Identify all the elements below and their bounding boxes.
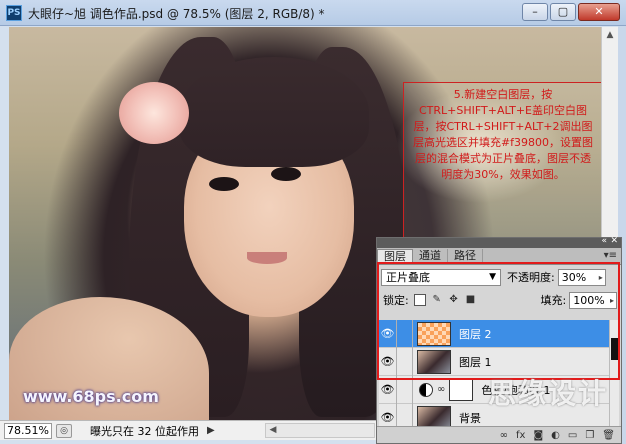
zoom-level-field[interactable]: 78.51% [4,422,52,439]
link-slot[interactable] [397,320,413,348]
fill-slider-icon[interactable]: ▸ [610,293,614,308]
scroll-thumb[interactable] [611,338,618,360]
lock-brush-icon[interactable]: ✎ [431,294,443,306]
scroll-left-icon[interactable]: ◀ [266,424,280,437]
opacity-slider-icon[interactable]: ▸ [599,270,603,285]
fill-value: 100% [573,293,605,307]
layer-thumbnail [417,405,451,426]
link-slot[interactable] [397,347,413,376]
panel-footer: ∞ fx ◙ ◐ ▭ ❐ 🗑 [377,426,621,443]
title-bar: PS 大眼仔~旭 调色作品.psd @ 78.5% (图层 2, RGB/8) … [0,0,626,26]
photo-eye-left [209,177,239,191]
photoshop-app-icon: PS [6,5,22,21]
panel-tabs: 图层 通道 路径 ▾≡ [377,248,621,265]
status-info-text: 曝光只在 32 位起作用 [90,424,199,438]
blend-opacity-row: 正片叠底 ▼ 不透明度: 30% ▸ [377,265,621,289]
opacity-value: 30% [561,270,587,284]
document-title: 大眼仔~旭 调色作品.psd @ 78.5% (图层 2, RGB/8) * [28,7,325,21]
layer-name: 图层 1 [459,355,492,369]
close-button[interactable]: ✕ [578,3,620,21]
window-controls: – ▢ ✕ [522,3,620,21]
opacity-label: 不透明度: [507,271,555,284]
close-panel-icon[interactable]: ✕ [610,236,618,246]
horizontal-scrollbar[interactable]: ◀ [265,423,375,438]
lock-fill-row: 锁定: ✎ ✥ ■ 填充: 100% ▸ [377,289,621,311]
lock-transparent-icon[interactable] [413,294,426,306]
tab-paths[interactable]: 路径 [448,249,483,264]
lock-move-icon[interactable]: ✥ [448,294,460,306]
new-group-icon[interactable]: ▭ [568,430,577,441]
layers-panel: « ✕ 图层 通道 路径 ▾≡ 正片叠底 ▼ 不透明度: 30% ▸ 锁定: ✎… [376,236,622,444]
panel-header: « ✕ [377,236,621,248]
tab-channels[interactable]: 通道 [413,249,448,264]
blend-mode-value: 正片叠底 [386,270,430,284]
scroll-up-icon[interactable]: ▲ [602,27,618,43]
chevron-down-icon: ▼ [489,271,496,282]
opacity-field[interactable]: 30% ▸ [557,268,606,286]
blend-mode-select[interactable]: 正片叠底 ▼ [381,268,501,286]
photo-bangs [179,57,369,167]
visibility-eye-icon[interactable]: 👁 [379,347,397,376]
layer-style-icon[interactable]: fx [516,430,525,441]
lock-all-icon[interactable]: ■ [465,294,477,306]
delete-layer-icon[interactable]: 🗑 [602,430,615,441]
new-layer-icon[interactable]: ❐ [585,430,594,441]
minimize-button[interactable]: – [522,3,548,21]
visibility-eye-icon[interactable]: 👁 [379,403,397,426]
layers-scrollbar[interactable] [609,320,619,426]
maximize-icon: ▢ [557,5,569,18]
photo-eye-right [271,167,301,181]
maximize-button[interactable]: ▢ [550,3,576,21]
photo-flower [119,82,189,144]
link-layers-icon[interactable]: ∞ [500,430,508,441]
new-adjustment-icon[interactable]: ◐ [551,430,560,441]
fill-label: 填充: [540,294,567,307]
layer-row[interactable]: 👁 图层 2 [379,320,611,348]
panel-menu-icon[interactable]: ▾≡ [604,250,617,261]
link-slot[interactable] [397,375,413,404]
photo-mouth [247,252,287,264]
layer-mask-thumbnail [449,378,474,401]
link-slot[interactable] [397,403,413,426]
tutorial-annotation: 5.新建空白图层，按CTRL+SHIFT+ALT+E盖印空白图层，按CTRL+S… [403,82,601,252]
add-mask-icon[interactable]: ◙ [533,430,543,441]
site-watermark: www.68ps.com [23,387,159,406]
tab-layers[interactable]: 图层 [377,249,413,264]
layer-thumbnail [417,321,451,346]
visibility-eye-icon[interactable]: 👁 [379,375,397,404]
adjustment-layer-icon [419,382,433,397]
layer-name: 图层 2 [459,327,492,341]
document-info-icon[interactable]: ◎ [56,423,72,438]
collapse-panel-icon[interactable]: « [601,236,607,246]
lock-label: 锁定: [383,294,409,307]
status-menu-arrow-icon[interactable]: ▶ [207,425,215,436]
layer-name: 背景 [459,411,481,425]
chain-link-icon[interactable]: ∞ [437,384,445,395]
layer-thumbnail [417,349,451,374]
minimize-icon: – [532,5,538,18]
close-icon: ✕ [594,5,604,18]
logo-watermark: 思缘设计 [488,377,609,410]
fill-field[interactable]: 100% ▸ [569,291,617,309]
visibility-eye-icon[interactable]: 👁 [379,320,397,348]
